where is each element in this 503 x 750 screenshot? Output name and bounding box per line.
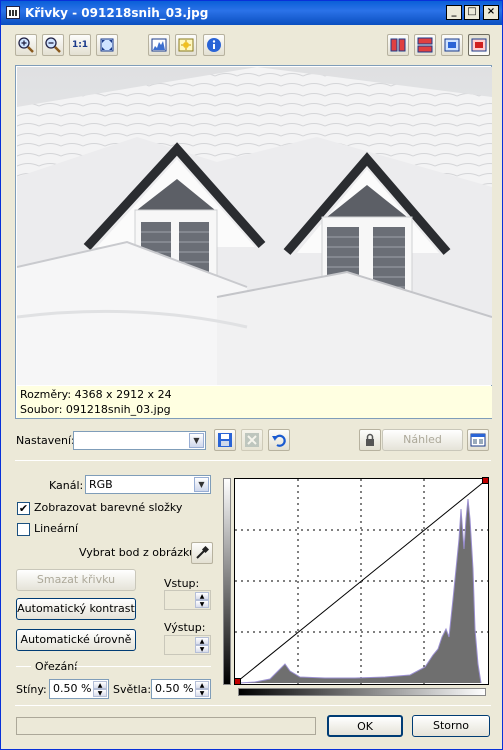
info-icon[interactable] [203, 34, 225, 56]
linear-label[interactable]: Lineární [34, 522, 78, 535]
input-spinner-buttons[interactable]: ▲ ▼ [195, 592, 209, 608]
auto-contrast-button[interactable]: Automatický kontrast [16, 598, 136, 620]
window-title: Křivky - 091218snih_03.jpg [25, 6, 209, 20]
divider-bottom [15, 705, 491, 706]
curve-point-shadow[interactable] [234, 678, 241, 685]
linear-checkbox[interactable] [17, 523, 30, 536]
input-gradient-bar [238, 688, 486, 696]
split-horizontal-icon[interactable] [414, 34, 436, 56]
clipping-group-label: Ořezání [35, 660, 78, 673]
histogram-icon[interactable] [148, 34, 170, 56]
show-components-label[interactable]: Zobrazovat barevné složky [34, 501, 182, 514]
curve-editor[interactable] [234, 477, 489, 685]
input-spinner[interactable]: ▲ ▼ [164, 590, 211, 610]
image-filename: Soubor: 091218snih_03.jpg [20, 403, 171, 416]
pick-point-label: Vybrat bod z obrázku: [79, 546, 200, 559]
view-result-icon[interactable] [468, 34, 490, 56]
app-icon [6, 6, 20, 19]
preset-label: Nastavení: [16, 434, 75, 447]
shadows-spinner[interactable]: 0.50 % ▲ ▼ [49, 679, 109, 699]
zoom-in-icon[interactable] [15, 34, 37, 56]
minimize-button[interactable]: _ [446, 5, 462, 20]
divider [15, 460, 491, 461]
lock-icon[interactable] [359, 429, 381, 451]
fit-window-icon[interactable] [96, 34, 118, 56]
channel-combo[interactable]: RGB ▼ [85, 475, 211, 494]
split-vertical-icon[interactable] [387, 34, 409, 56]
progress-bar [16, 717, 316, 735]
maximize-button[interactable]: □ [464, 5, 480, 20]
curves-dialog: Křivky - 091218snih_03.jpg _ □ × 1:1 Roz… [0, 0, 503, 750]
shadows-value: 0.50 % [53, 682, 92, 695]
auto-adjust-icon[interactable] [175, 34, 197, 56]
input-label: Vstup: [164, 577, 200, 590]
highlights-value: 0.50 % [155, 682, 194, 695]
clipping-divider-left [16, 666, 31, 667]
shadows-label: Stíny: [16, 683, 47, 696]
close-button[interactable]: × [483, 5, 499, 20]
image-info-panel: Rozměry: 4368 x 2912 x 24 Soubor: 091218… [17, 386, 492, 418]
image-preview: Rozměry: 4368 x 2912 x 24 Soubor: 091218… [15, 65, 492, 419]
clipping-divider-right [74, 666, 211, 667]
histogram-fill [239, 499, 481, 683]
preset-combo[interactable]: ▼ [73, 431, 206, 450]
shadows-spinner-buttons[interactable]: ▲ ▼ [93, 681, 107, 697]
output-label: Výstup: [164, 621, 206, 634]
eyedropper-icon[interactable] [191, 542, 213, 564]
layout-icon[interactable] [467, 429, 489, 451]
chevron-down-icon[interactable]: ▼ [194, 477, 209, 492]
title-bar[interactable]: Křivky - 091218snih_03.jpg _ □ × [1, 1, 502, 25]
delete-curve-button[interactable]: Smazat křivku [16, 569, 136, 591]
channel-value: RGB [89, 478, 113, 491]
auto-levels-button[interactable]: Automatické úrovně [16, 629, 136, 651]
save-preset-icon[interactable] [214, 429, 236, 451]
image-dimensions: Rozměry: 4368 x 2912 x 24 [20, 388, 172, 401]
output-gradient-bar [223, 478, 231, 685]
chevron-down-icon[interactable]: ▼ [189, 433, 204, 448]
ok-button[interactable]: OK [327, 715, 403, 737]
highlights-spinner[interactable]: 0.50 % ▲ ▼ [151, 679, 211, 699]
preview-button[interactable]: Náhled [382, 429, 463, 451]
cancel-button[interactable]: Storno [412, 715, 490, 737]
delete-preset-icon[interactable] [241, 429, 263, 451]
zoom-out-icon[interactable] [42, 34, 64, 56]
curve-point-highlight[interactable] [482, 477, 489, 484]
preview-photo[interactable] [17, 67, 492, 385]
output-spinner-buttons[interactable]: ▲ ▼ [195, 637, 209, 653]
output-spinner[interactable]: ▲ ▼ [164, 635, 211, 655]
highlights-label: Světla: [113, 683, 152, 696]
channel-label: Kanál: [49, 479, 84, 492]
actual-size-icon[interactable]: 1:1 [69, 34, 91, 56]
highlights-spinner-buttons[interactable]: ▲ ▼ [195, 681, 209, 697]
view-original-icon[interactable] [441, 34, 463, 56]
show-components-checkbox[interactable]: ✔ [17, 502, 30, 515]
undo-icon[interactable] [268, 429, 290, 451]
